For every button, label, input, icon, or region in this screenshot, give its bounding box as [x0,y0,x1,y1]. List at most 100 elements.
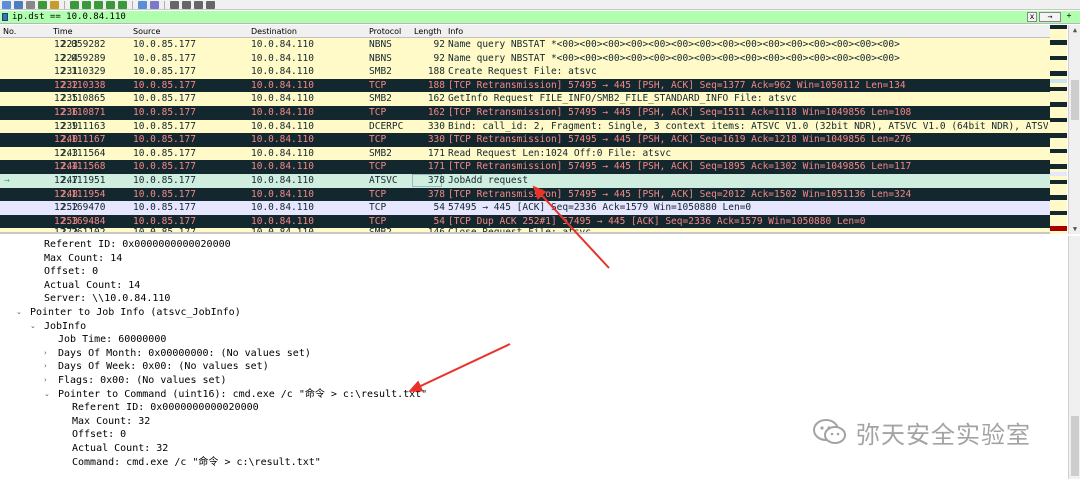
detail-tree-item[interactable]: Flags: 0x00: (No values set) [58,374,227,388]
packet-row[interactable]: 236 12.110871 10.0.85.177 10.0.84.110 TCP 162… [0,105,1066,120]
zoom-out-icon[interactable] [182,0,191,9]
col-length: 54 [433,215,445,227]
bookmark-icon[interactable] [2,13,8,21]
go-first-icon[interactable] [106,0,115,9]
find-icon[interactable] [50,0,59,9]
go-to-packet-icon[interactable] [94,0,103,9]
scroll-thumb[interactable] [1071,80,1079,120]
apply-filter-button[interactable]: → [1039,12,1061,22]
detail-tree-item[interactable]: Days Of Month: 0x00000000: (No values se… [58,347,311,361]
packet-row[interactable]: 272 12.261102 10.0.85.177 10.0.84.110 SMB2 14… [0,228,1066,234]
packet-row[interactable]: 243 12.111564 10.0.85.177 10.0.84.110 SMB2 17… [0,146,1066,161]
zoom-in-icon[interactable] [170,0,179,9]
detail-tree-item[interactable]: Job Time: 60000000 [58,333,166,347]
detail-tree-item[interactable]: Offset: 0 [44,265,98,279]
detail-tree-item[interactable]: Referent ID: 0x0000000000020000 [72,401,259,415]
save-icon[interactable] [14,0,23,9]
packet-row[interactable]: 239 12.111163 10.0.85.177 10.0.84.110 DCERPC… [0,119,1066,134]
col-source: 10.0.85.177 [133,188,196,200]
col-source: 10.0.85.177 [133,106,196,118]
col-header-source[interactable]: Source [133,27,160,36]
packet-row[interactable]: 244 12.111568 10.0.85.177 10.0.84.110 TCP 171… [0,160,1066,174]
main-toolbar [0,0,1080,10]
col-header-info[interactable]: Info [448,27,463,36]
detail-tree-item[interactable]: Days Of Week: 0x00: (No values set) [58,360,269,374]
col-length: 188 [427,79,445,91]
minimap-band [1050,79,1067,84]
minimap-band [1050,94,1067,99]
packet-row[interactable]: 232 12.110338 10.0.85.177 10.0.84.110 TCP 188… [0,78,1066,93]
packet-row[interactable]: 231 12.110329 10.0.85.177 10.0.84.110 SMB2 18… [0,65,1066,79]
packet-row[interactable]: 248 12.111954 10.0.85.177 10.0.84.110 TCP 378… [0,187,1066,202]
packet-row-selected[interactable]: → 247 12.111951 10.0.85.177 10.0.84.110 ATSVC… [0,173,1066,188]
go-back-icon[interactable] [70,0,79,9]
close-file-icon[interactable] [26,0,35,9]
detail-tree-item[interactable]: Offset: 0 [72,428,126,442]
normal-size-icon[interactable] [194,0,203,9]
selected-row-marker-icon: → [4,174,10,186]
minimap-band [1050,164,1067,169]
col-protocol: TCP [369,215,387,227]
col-time: 12.110338 [54,79,106,91]
display-filter-input[interactable]: ip.dst == 10.0.84.110 [12,12,126,23]
go-forward-icon[interactable] [82,0,91,9]
col-header-time[interactable]: Time [53,27,73,36]
col-header-no[interactable]: No. [3,27,16,36]
toolbar-separator [64,0,65,9]
tree-collapsed-icon[interactable]: › [44,347,52,361]
go-last-icon[interactable] [118,0,127,9]
details-scrollbar[interactable] [1068,236,1080,479]
display-filter-bar: ip.dst == 10.0.84.110 x → + [0,11,1080,24]
detail-tree-item[interactable]: Actual Count: 32 [72,442,168,456]
col-info: JobAdd request [448,174,529,186]
col-length: 92 [433,39,445,50]
detail-tree-item[interactable]: Pointer to Command (uint16): cmd.exe /c … [58,388,427,402]
detail-tree-item[interactable]: Referent ID: 0x0000000000020000 [44,238,231,252]
clear-filter-button[interactable]: x [1027,12,1037,22]
detail-tree-item[interactable]: Max Count: 14 [44,252,122,266]
resize-columns-icon[interactable] [206,0,215,9]
detail-tree-item[interactable]: Pointer to Job Info (atsvc_JobInfo) [30,306,241,320]
tree-expanded-icon[interactable]: ⌄ [30,320,38,334]
reload-icon[interactable] [38,0,47,9]
col-protocol: SMB2 [369,228,392,234]
scroll-down-icon[interactable]: ▼ [1069,224,1080,234]
minimap-band [1050,210,1067,216]
col-header-protocol[interactable]: Protocol [369,27,401,36]
detail-tree-item[interactable]: JobInfo [44,320,86,334]
minimap-band [1050,110,1067,115]
packet-row[interactable]: 252 12.169470 10.0.85.177 10.0.84.110 TCP 54 5… [0,201,1066,215]
packet-row[interactable]: 235 12.110865 10.0.85.177 10.0.84.110 SMB2 16… [0,92,1066,106]
add-filter-button[interactable]: + [1064,12,1074,22]
detail-tree-item[interactable]: Command: cmd.exe /c "命令 > c:\result.txt" [72,456,321,470]
packet-row[interactable]: 240 12.111167 10.0.85.177 10.0.84.110 TCP 330… [0,133,1066,147]
col-length: 162 [427,106,445,118]
minimap-band [1050,133,1067,138]
col-source: 10.0.85.177 [133,52,196,64]
packet-minimap[interactable] [1050,25,1067,234]
col-protocol: TCP [369,161,387,173]
autoscroll-icon[interactable] [138,0,147,9]
tree-collapsed-icon[interactable]: › [44,374,52,388]
detail-tree-item[interactable]: Actual Count: 14 [44,279,140,293]
detail-tree-item[interactable]: Max Count: 32 [72,415,150,429]
col-destination: 10.0.84.110 [251,147,314,159]
packet-row[interactable]: 224 12.059289 10.0.85.177 10.0.84.110 NBNS 92… [0,51,1066,66]
col-header-length[interactable]: Length [414,27,442,36]
col-header-destination[interactable]: Destination [251,27,297,36]
col-source: 10.0.85.177 [133,39,196,50]
col-destination: 10.0.84.110 [251,66,314,78]
scroll-up-icon[interactable]: ▲ [1069,25,1080,35]
minimap-band [1050,117,1067,123]
packet-row[interactable]: 223 12.059282 10.0.85.177 10.0.84.110 NBNS 92… [0,38,1066,52]
tree-expanded-icon[interactable]: ⌄ [16,306,24,320]
tree-expanded-icon[interactable]: ⌄ [44,388,52,402]
packet-list-scrollbar[interactable]: ▲ ▼ [1068,25,1080,234]
packet-row[interactable]: 253 12.169484 10.0.85.177 10.0.84.110 TCP 54[… [0,214,1066,229]
open-icon[interactable] [2,0,11,9]
detail-tree-item[interactable]: Server: \\10.0.84.110 [44,292,170,306]
colorize-icon[interactable] [150,0,159,9]
details-scroll-thumb[interactable] [1071,416,1079,476]
tree-collapsed-icon[interactable]: › [44,360,52,374]
col-source: 10.0.85.177 [133,79,196,91]
